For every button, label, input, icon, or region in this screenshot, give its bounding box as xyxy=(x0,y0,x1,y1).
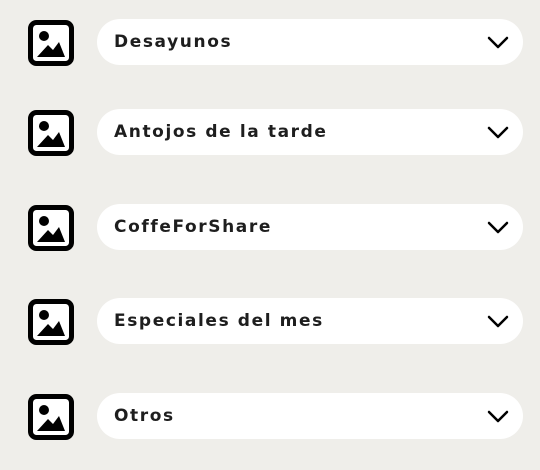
category-row-desayunos: Desayunos xyxy=(0,19,540,66)
chevron-down-icon[interactable] xyxy=(487,313,509,329)
image-placeholder-icon xyxy=(28,110,74,156)
image-placeholder-icon xyxy=(28,394,74,440)
category-dropdown-otros[interactable]: Otros xyxy=(97,393,523,439)
category-list: Desayunos Antojos de la tarde CoffeForSh… xyxy=(0,0,540,470)
category-dropdown-coffeforshare[interactable]: CoffeForShare xyxy=(97,204,523,250)
category-row-coffeforshare: CoffeForShare xyxy=(0,204,540,251)
image-placeholder-icon xyxy=(28,299,74,345)
category-label: Especiales del mes xyxy=(114,311,324,331)
chevron-down-icon[interactable] xyxy=(487,408,509,424)
category-row-especiales-del-mes: Especiales del mes xyxy=(0,298,540,345)
category-label: CoffeForShare xyxy=(114,217,272,237)
chevron-down-icon[interactable] xyxy=(487,34,509,50)
category-dropdown-desayunos[interactable]: Desayunos xyxy=(97,19,523,65)
category-row-otros: Otros xyxy=(0,393,540,440)
category-label: Desayunos xyxy=(114,32,233,52)
category-dropdown-antojos-de-la-tarde[interactable]: Antojos de la tarde xyxy=(97,109,523,155)
category-label: Antojos de la tarde xyxy=(114,122,328,142)
category-label: Otros xyxy=(114,406,175,426)
chevron-down-icon[interactable] xyxy=(487,124,509,140)
image-placeholder-icon xyxy=(28,20,74,66)
image-placeholder-icon xyxy=(28,205,74,251)
category-row-antojos-de-la-tarde: Antojos de la tarde xyxy=(0,109,540,156)
chevron-down-icon[interactable] xyxy=(487,219,509,235)
category-dropdown-especiales-del-mes[interactable]: Especiales del mes xyxy=(97,298,523,344)
